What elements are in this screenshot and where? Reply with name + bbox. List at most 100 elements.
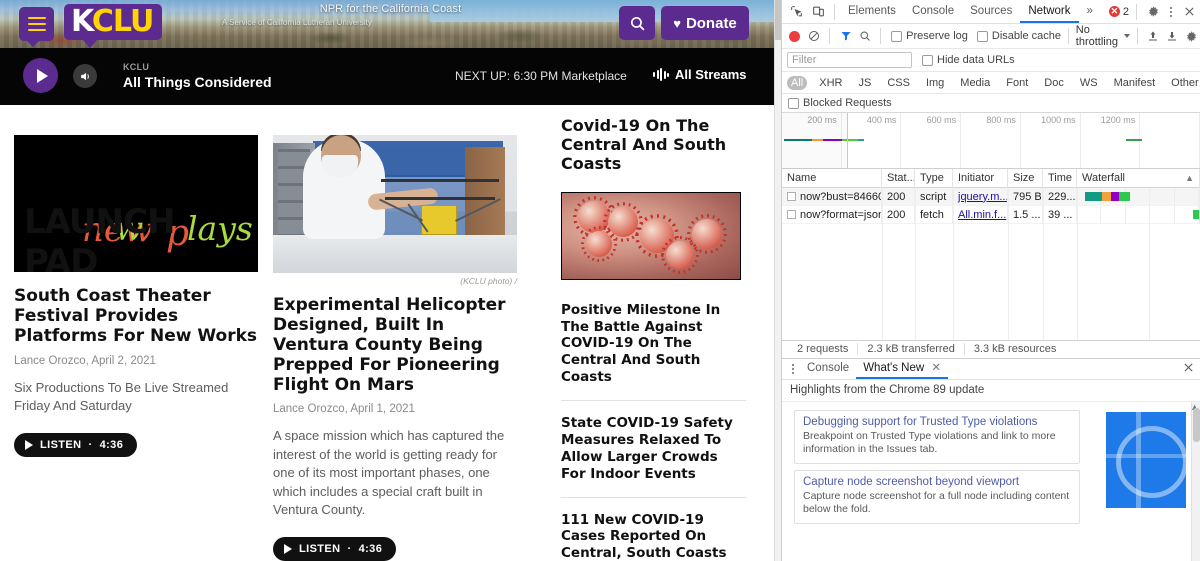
article-2-photo-credit: (KCLU photo) / bbox=[460, 276, 517, 286]
clear-icon[interactable] bbox=[805, 25, 822, 47]
type-filter-xhr[interactable]: XHR bbox=[815, 76, 846, 90]
tab-console[interactable]: Console bbox=[904, 0, 962, 23]
whats-new-card-title[interactable]: Capture node screenshot beyond viewport bbox=[803, 476, 1071, 488]
type-filter-img[interactable]: Img bbox=[922, 76, 948, 90]
drawer-tab-whats-new[interactable]: What's New ✕ bbox=[856, 358, 949, 379]
column-header-initiator[interactable]: Initiator bbox=[953, 168, 1008, 188]
covid-item-1[interactable]: Positive Milestone In The Battle Against… bbox=[561, 302, 746, 386]
tab-elements[interactable]: Elements bbox=[840, 0, 904, 23]
cell-name[interactable]: now?format=json... bbox=[782, 205, 882, 224]
all-streams-button[interactable]: All Streams bbox=[653, 67, 747, 82]
status-requests: 2 requests bbox=[788, 343, 859, 355]
type-filter-manifest[interactable]: Manifest bbox=[1110, 76, 1160, 90]
hamburger-menu-icon[interactable] bbox=[19, 7, 54, 47]
file-icon bbox=[787, 209, 796, 219]
covid-thumbnail[interactable] bbox=[561, 191, 741, 280]
record-stop-icon[interactable] bbox=[786, 25, 803, 47]
divider bbox=[829, 28, 831, 44]
drawer-tab-console[interactable]: Console bbox=[800, 358, 856, 379]
network-overview-timeline[interactable]: 200 ms 400 ms 600 ms 800 ms 1000 ms 1200… bbox=[782, 113, 1200, 169]
device-toolbar-icon[interactable] bbox=[807, 1, 829, 23]
cell-waterfall bbox=[1077, 188, 1200, 206]
type-filter-ws[interactable]: WS bbox=[1076, 76, 1102, 90]
overview-selection-region[interactable] bbox=[782, 113, 848, 169]
type-filter-font[interactable]: Font bbox=[1002, 76, 1032, 90]
status-transferred: 2.3 kB transferred bbox=[858, 343, 965, 355]
whats-new-card-title[interactable]: Debugging support for Trusted Type viola… bbox=[803, 416, 1071, 428]
search-button[interactable] bbox=[619, 6, 655, 40]
type-filter-other[interactable]: Other bbox=[1167, 76, 1200, 90]
drawer-kebab-menu-icon[interactable] bbox=[786, 363, 800, 374]
whats-new-scrollbar-thumb[interactable] bbox=[1193, 407, 1200, 442]
devtools-tabbar: Elements Console Sources Network » ✕ 2 bbox=[782, 0, 1200, 24]
column-header-name[interactable]: Name bbox=[782, 168, 882, 188]
column-header-time[interactable]: Time bbox=[1043, 168, 1077, 188]
chevron-down-icon bbox=[1123, 34, 1130, 38]
filter-funnel-icon[interactable] bbox=[837, 25, 854, 47]
article-1-title[interactable]: South Coast Theater Festival Provides Pl… bbox=[14, 286, 258, 347]
disable-cache-label: Disable cache bbox=[991, 30, 1061, 42]
audio-waveform-icon bbox=[653, 68, 669, 81]
whats-new-scrollbar[interactable]: ▲ bbox=[1190, 401, 1200, 561]
table-column-line bbox=[1008, 188, 1009, 340]
file-icon bbox=[787, 191, 796, 201]
covid-item-2[interactable]: State COVID-19 Safety Measures Relaxed T… bbox=[561, 415, 746, 483]
preserve-log-checkbox[interactable]: Preserve log bbox=[891, 30, 968, 42]
kebab-menu-icon[interactable] bbox=[1164, 1, 1178, 23]
gear-icon[interactable] bbox=[1142, 1, 1164, 23]
whats-new-card[interactable]: Debugging support for Trusted Type viola… bbox=[794, 409, 1080, 464]
column-header-type[interactable]: Type bbox=[915, 168, 953, 188]
column-header-size[interactable]: Size bbox=[1008, 168, 1043, 188]
tab-network[interactable]: Network bbox=[1020, 0, 1079, 23]
cell-initiator[interactable]: jquery.m... bbox=[953, 188, 1008, 206]
more-tabs-button[interactable]: » bbox=[1079, 0, 1101, 23]
article-thumbnail-new-plays[interactable]: new w p lays LAUNCH PAD bbox=[14, 135, 258, 272]
masthead-subtagline: A Service of California Lutheran Univers… bbox=[222, 18, 372, 27]
table-row[interactable]: now?bust=84660... 200 script jquery.m...… bbox=[782, 188, 1200, 206]
tab-sources[interactable]: Sources bbox=[962, 0, 1020, 23]
column-header-waterfall[interactable]: Waterfall ▲ bbox=[1077, 168, 1200, 188]
type-filter-css[interactable]: CSS bbox=[883, 76, 914, 90]
blocked-requests-label: Blocked Requests bbox=[803, 97, 892, 109]
listen-dot: · bbox=[347, 542, 352, 555]
helicopter-rotor-lower bbox=[385, 197, 495, 200]
drawer-close-icon[interactable] bbox=[1183, 362, 1200, 376]
requests-table-body[interactable]: now?bust=84660... 200 script jquery.m...… bbox=[782, 188, 1200, 340]
volume-button[interactable] bbox=[73, 64, 97, 88]
disable-cache-checkbox[interactable]: Disable cache bbox=[976, 30, 1061, 42]
sort-ascending-icon[interactable]: ▲ bbox=[1185, 169, 1194, 188]
donate-button[interactable]: ♥ Donate bbox=[661, 6, 749, 40]
column-header-status[interactable]: Stat... bbox=[882, 168, 915, 188]
article-2-title[interactable]: Experimental Helicopter Designed, Built … bbox=[273, 295, 517, 395]
page-scrollbar[interactable] bbox=[774, 0, 781, 561]
error-count-badge[interactable]: ✕ 2 bbox=[1108, 6, 1131, 18]
export-har-icon[interactable] bbox=[1164, 25, 1181, 47]
close-icon[interactable] bbox=[1178, 1, 1200, 23]
type-filter-js[interactable]: JS bbox=[854, 76, 875, 90]
table-row[interactable]: now?format=json... 200 fetch All.min.f..… bbox=[782, 205, 1200, 224]
covid-item-3[interactable]: 111 New COVID-19 Cases Reported On Centr… bbox=[561, 512, 746, 561]
network-settings-gear-icon[interactable] bbox=[1183, 25, 1200, 47]
filter-input[interactable]: Filter bbox=[787, 52, 912, 68]
article-1-listen-button[interactable]: LISTEN · 4:36 bbox=[14, 432, 138, 457]
import-har-icon[interactable] bbox=[1145, 25, 1162, 47]
play-button[interactable] bbox=[23, 58, 58, 93]
hide-data-urls-checkbox[interactable]: Hide data URLs bbox=[922, 54, 1015, 66]
article-thumbnail-helicopter[interactable] bbox=[273, 135, 517, 273]
inspect-element-icon[interactable] bbox=[785, 1, 807, 23]
type-filter-media[interactable]: Media bbox=[956, 76, 994, 90]
search-icon[interactable] bbox=[856, 25, 873, 47]
type-filter-all[interactable]: All bbox=[787, 75, 808, 90]
close-icon[interactable]: ✕ bbox=[931, 362, 941, 374]
cell-name[interactable]: now?bust=84660... bbox=[782, 188, 882, 206]
cell-initiator[interactable]: All.min.f... bbox=[953, 205, 1008, 224]
whats-new-card[interactable]: Capture node screenshot beyond viewport … bbox=[794, 469, 1080, 524]
article-2-listen-button[interactable]: LISTEN · 4:36 bbox=[273, 536, 397, 561]
kclu-logo[interactable]: KCLU bbox=[64, 4, 163, 48]
throttling-dropdown[interactable]: No throttling bbox=[1076, 24, 1130, 48]
type-filter-doc[interactable]: Doc bbox=[1040, 76, 1068, 90]
column-header-waterfall-label: Waterfall bbox=[1082, 171, 1125, 184]
drawer-tab-whats-new-label: What's New bbox=[863, 362, 925, 374]
divider bbox=[880, 28, 882, 44]
blocked-requests-checkbox[interactable]: Blocked Requests bbox=[788, 97, 892, 109]
